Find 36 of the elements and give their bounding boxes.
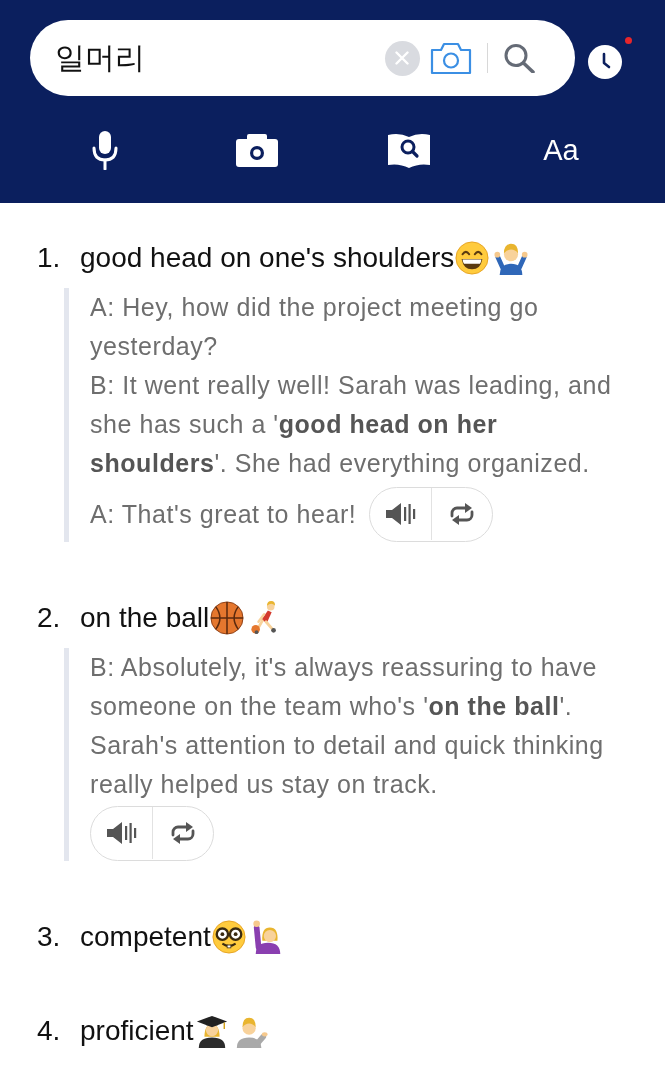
dialogue-text: A: That's great to hear! — [90, 499, 357, 530]
graduate-icon — [194, 1014, 229, 1048]
dictionary-search-button[interactable] — [387, 131, 431, 168]
entry-number: 3. — [37, 921, 62, 953]
camera-button[interactable] — [236, 132, 278, 167]
dialogue-text: A: Hey, how did the project meeting go yesterday? — [90, 293, 539, 360]
search-field[interactable]: 일머리 — [55, 38, 385, 78]
shrugging-person-icon — [494, 241, 529, 275]
camera-icon — [236, 132, 278, 167]
book-search-icon — [387, 131, 431, 168]
search-icon — [503, 43, 535, 73]
microphone-icon — [91, 129, 119, 170]
close-icon — [395, 51, 409, 65]
entry-number: 1. — [37, 242, 62, 274]
entry-title: competent — [80, 921, 211, 953]
image-search-button[interactable] — [429, 41, 472, 75]
dialogue-text: B: It went really well! Sarah was leading, and she has such a 'good head on her shoulders'. She had everything organized. — [90, 371, 612, 477]
entry-title: proficient — [80, 1015, 194, 1047]
clock-icon — [588, 45, 622, 79]
entry-number: 4. — [37, 1015, 62, 1047]
basketball-icon — [210, 601, 245, 635]
dialogue-text: B: Absolutely, it's always reassuring to have someone on the team who's 'on the ball'. Sarah's attention to detail and quick thinking really helped us stay on track. — [90, 652, 605, 800]
search-button[interactable] — [503, 43, 535, 73]
grinning-face-icon — [455, 241, 490, 275]
speaker-icon — [385, 502, 417, 526]
search-bar[interactable]: 일머리 — [30, 20, 575, 96]
entry-number: 2. — [37, 602, 62, 634]
history-button[interactable] — [588, 37, 634, 79]
entry-title: on the ball — [80, 602, 210, 634]
camera-icon — [429, 41, 472, 75]
voice-search-button[interactable] — [91, 129, 119, 170]
text-style-button[interactable]: Aa — [543, 131, 579, 168]
nerd-face-icon — [211, 920, 246, 954]
repeat-icon — [169, 821, 197, 845]
speaker-icon — [106, 821, 137, 845]
entry-title: good head on one's shoulders — [80, 242, 455, 274]
